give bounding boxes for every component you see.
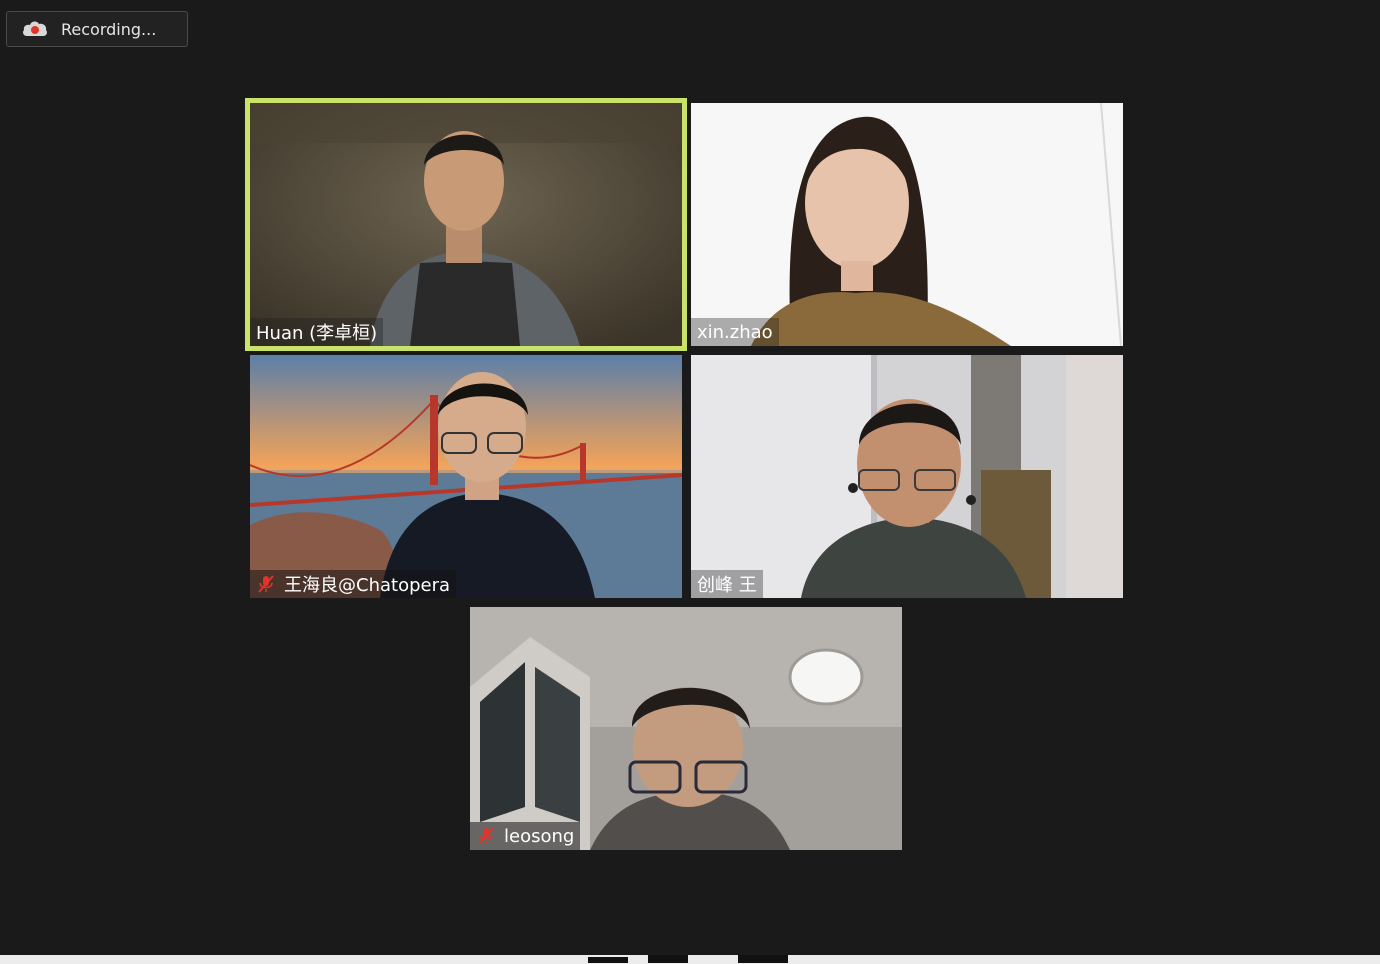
participant-name: leosong <box>504 825 575 847</box>
recording-indicator[interactable]: Recording... <box>6 11 188 47</box>
video-feed <box>691 355 1123 598</box>
video-tile-leosong[interactable]: leosong <box>470 607 902 850</box>
underlying-window-edge <box>0 955 1380 964</box>
video-tile-xin-zhao[interactable]: xin.zhao <box>691 103 1123 346</box>
cloud-record-icon <box>21 18 49 40</box>
participant-name: Huan (李卓桓) <box>256 323 378 344</box>
video-feed <box>470 607 902 850</box>
participant-name: xin.zhao <box>697 321 773 343</box>
participant-name: 创峰 王 <box>697 575 757 596</box>
recording-label: Recording... <box>61 19 157 39</box>
participant-name-tag: Huan (李卓桓) <box>250 318 384 346</box>
video-tile-chuangfeng-wang[interactable]: 创峰 王 <box>691 355 1123 598</box>
participant-name-tag: leosong <box>470 822 581 850</box>
meeting-gallery-view: Recording... Huan (李卓桓) xin.zhao 王海良@Cha… <box>0 0 1380 964</box>
video-feed <box>250 103 682 346</box>
microphone-muted-icon <box>256 574 276 594</box>
participant-name-tag: 王海良@Chatopera <box>250 570 457 598</box>
microphone-muted-icon <box>476 826 496 846</box>
video-feed <box>250 355 682 598</box>
video-tile-huan[interactable]: Huan (李卓桓) <box>245 98 687 351</box>
participant-name-tag: 创峰 王 <box>691 570 763 598</box>
partial-content-graphic <box>588 955 788 963</box>
participant-name: 王海良@Chatopera <box>284 575 451 596</box>
video-tile-wang-hailiang[interactable]: 王海良@Chatopera <box>250 355 682 598</box>
video-feed <box>691 103 1123 346</box>
participant-name-tag: xin.zhao <box>691 318 779 346</box>
